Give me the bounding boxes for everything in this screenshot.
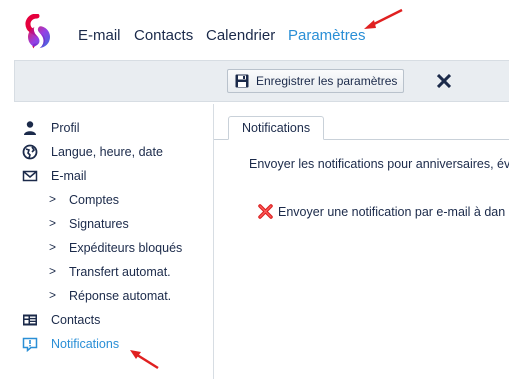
settings-toolbar: Enregistrer les paramètres: [14, 60, 509, 102]
sidebar-item-label: Contacts: [51, 313, 101, 327]
chevron-right-icon: >: [49, 240, 57, 254]
chevron-right-icon: >: [49, 264, 57, 278]
chevron-right-icon: >: [49, 192, 57, 206]
person-icon: [24, 121, 36, 135]
envelope-icon: [22, 170, 38, 182]
notification-icon: [22, 337, 38, 352]
close-icon: [437, 74, 451, 88]
nav-settings[interactable]: Paramètres: [288, 27, 366, 44]
sidebar-item-label: Profil: [51, 121, 80, 135]
notifications-description: Envoyer les notifications pour anniversa…: [249, 157, 509, 171]
chevron-right-icon: >: [49, 216, 57, 230]
sidebar-item-label: Expéditeurs bloqués: [69, 241, 183, 255]
settings-content: Notifications Envoyer les notifications …: [214, 104, 509, 379]
sidebar-item-label: E-mail: [51, 169, 87, 183]
sidebar-item-label: Transfert automat.: [69, 265, 171, 279]
birthday-email-option: Envoyer une notification par e-mail à da…: [258, 202, 509, 222]
swisscom-logo-icon[interactable]: [22, 14, 54, 54]
globe-icon: [22, 144, 38, 160]
nav-email[interactable]: E-mail: [78, 27, 121, 44]
annotation-arrow-icon: [364, 8, 403, 29]
sidebar-item-label: Langue, heure, date: [51, 145, 163, 159]
sidebar-item-label: Réponse automat.: [69, 289, 172, 303]
close-settings-button[interactable]: [435, 69, 455, 93]
red-x-checkbox-icon[interactable]: [258, 203, 274, 219]
sidebar-item-label: Notifications: [51, 337, 120, 351]
save-settings-button[interactable]: Enregistrer les paramètres: [227, 69, 405, 93]
tab-notifications[interactable]: Notifications: [228, 116, 325, 140]
annotation-arrow-icon: [130, 350, 159, 370]
sidebar-item-label: Signatures: [69, 217, 129, 231]
birthday-email-option-label: Envoyer une notification par e-mail à da…: [278, 205, 506, 219]
floppy-disk-icon: [235, 74, 249, 88]
settings-sidebar: Profil Langue, heure, date E-mail > Comp…: [0, 104, 214, 379]
nav-contacts[interactable]: Contacts: [134, 27, 193, 44]
save-settings-label: Enregistrer les paramètres: [256, 74, 398, 88]
sidebar-item-label: Comptes: [69, 193, 120, 207]
address-card-icon: [23, 314, 37, 326]
chevron-right-icon: >: [49, 288, 57, 302]
top-navigation: E-mail Contacts Calendrier Paramètres: [0, 0, 509, 66]
nav-calendar[interactable]: Calendrier: [206, 27, 275, 44]
